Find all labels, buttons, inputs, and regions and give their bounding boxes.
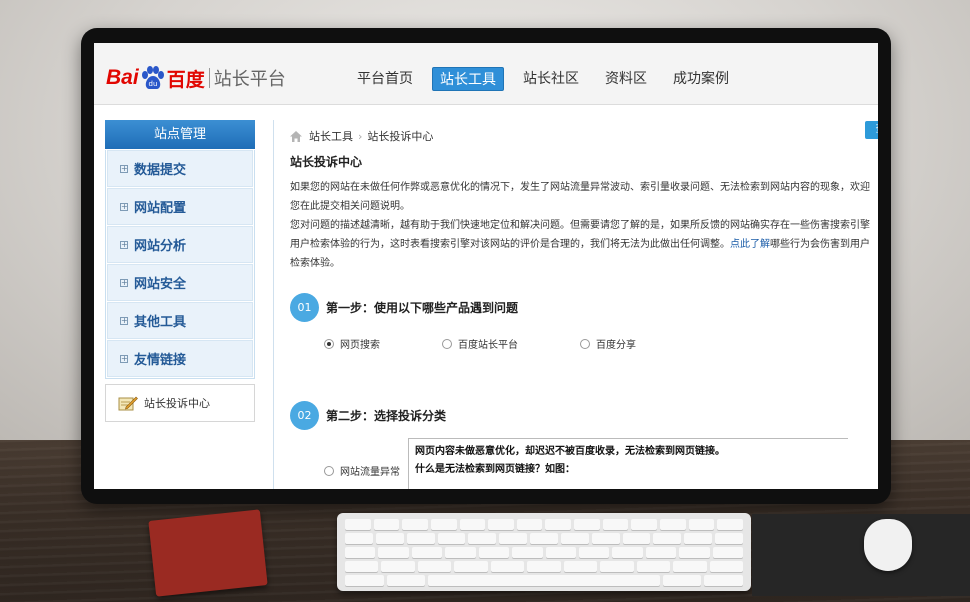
sidebar-item-label: 网站分析 [134,239,187,254]
nav-item-cases[interactable]: 成功案例 [666,67,736,91]
home-icon[interactable] [290,130,302,142]
expand-icon: + [120,315,128,325]
radio-label: 百度站长平台 [458,340,518,351]
category-description-box: 网页内容未做恶意优化，却迟迟不被百度收录，无法检索到网页链接。 什么是无法检索到… [408,438,848,489]
sidebar-extra-label: 站长投诉中心 [144,397,210,410]
radio-button[interactable] [442,338,452,349]
breadcrumb-root[interactable]: 站长工具 [309,128,353,144]
radio-baidu-share[interactable]: 百度分享 [580,336,636,351]
nav-item-home[interactable]: 平台首页 [350,67,420,91]
breadcrumb-current: 站长投诉中心 [367,130,434,143]
nav-item-tools[interactable]: 站长工具 [432,67,504,91]
pencil-note-icon [118,396,138,411]
logo-text-cn: 百度 [166,68,205,91]
radio-button[interactable] [580,338,590,349]
intro-paragraph-2: 您对问题的描述越清晰，越有助于我们快速地定位和解决问题。但需要请您了解的是，如果… [290,216,872,273]
baidu-logo[interactable]: Bai du 百度 站长平台 [106,65,286,91]
expand-icon: + [120,239,128,249]
radio-label: 网页搜索 [340,340,380,351]
step-1-header: 01 第一步：使用以下哪些产品遇到问题 [290,293,878,322]
category-row: 网站流量异常 网页内容未做恶意优化，却迟迟不被百度收录，无法检索到网页链接。 什… [290,438,878,489]
sidebar-list: + 数据提交 + 网站配置 + 网站分析 + 网站安全 + 其他工具 + 友情链… [105,150,255,379]
sidebar-item-label: 其他工具 [134,315,187,330]
sidebar-item-site-security[interactable]: + 网站安全 [107,264,253,301]
radio-label: 网站流量异常 [340,467,400,478]
sidebar-item-label: 网站配置 [134,201,187,216]
description-line: 网页内容未做恶意优化，却迟迟不被百度收录，无法检索到网页链接。 [415,446,725,457]
description-line: 什么是无法检索到网页链接？如图： [415,464,575,475]
top-nav: 平台首页 站长工具 站长社区 资料区 成功案例 [350,66,748,92]
radio-button[interactable] [324,338,334,349]
sidebar-item-label: 数据提交 [134,163,187,178]
radio-traffic-anomaly[interactable]: 网站流量异常 [290,443,408,489]
step-number-badge: 02 [290,401,319,430]
sidebar-item-site-config[interactable]: + 网站配置 [107,188,253,225]
view-my-complaints-button[interactable]: 查看我的投诉 [865,121,878,139]
radio-web-search[interactable]: 网页搜索 [324,336,380,351]
paw-icon: du [141,66,164,89]
step-title: 第二步：选择投诉分类 [326,409,447,423]
sidebar: 站点管理 + 数据提交 + 网站配置 + 网站分析 + 网站安全 + 其他工具 [105,120,255,422]
page-title: 站长投诉中心 [290,155,363,169]
nav-item-community[interactable]: 站长社区 [516,67,586,91]
mouse-pad [752,514,970,596]
intro-paragraph-1: 如果您的网站在未做任何作弊或恶意优化的情况下，发生了网站流量异常波动、索引量收录… [290,182,870,212]
expand-icon: + [120,201,128,211]
sidebar-title: 站点管理 [105,120,255,149]
step-number-badge: 01 [290,293,319,322]
sidebar-item-friend-links[interactable]: + 友情链接 [107,340,253,377]
breadcrumb-separator-icon: › [358,129,363,143]
sidebar-item-other-tools[interactable]: + 其他工具 [107,302,253,339]
logo-paw-text: du [148,80,157,88]
expand-icon: + [120,277,128,287]
breadcrumb: 站长工具 › 站长投诉中心 [290,128,878,144]
radio-webmaster-platform[interactable]: 百度站长平台 [442,336,518,351]
expand-icon: + [120,163,128,173]
logo-text-latin: Bai [106,66,139,89]
sidebar-item-site-analysis[interactable]: + 网站分析 [107,226,253,263]
content-divider [273,120,274,489]
screen: Bai du 百度 站长平台 平台首页 站长工具 站长社区 资料区 成功案例 站… [94,43,878,489]
keyboard [337,513,751,591]
radio-label: 百度分享 [596,340,636,351]
step-title: 第一步：使用以下哪些产品遇到问题 [326,301,519,315]
sidebar-item-label: 网站安全 [134,277,187,292]
sidebar-item-data-submit[interactable]: + 数据提交 [107,150,253,187]
product-radio-group: 网页搜索 百度站长平台 百度分享 [290,336,878,351]
main-content: 站长工具 › 站长投诉中心 查看我的投诉 站长投诉中心 如果您的网站在未做任何作… [290,121,878,489]
expand-icon: + [120,353,128,363]
red-notebook [148,509,268,597]
logo-product-name: 站长平台 [213,69,286,90]
radio-button[interactable] [324,465,334,476]
logo-separator [208,68,210,88]
mouse [864,519,912,571]
nav-item-resources[interactable]: 资料区 [598,67,654,91]
step-2-header: 02 第二步：选择投诉分类 [290,401,878,430]
sidebar-item-complaint-center[interactable]: 站长投诉中心 [105,384,255,422]
sidebar-item-label: 友情链接 [134,353,187,368]
site-header: Bai du 百度 站长平台 平台首页 站长工具 站长社区 资料区 成功案例 [94,43,878,105]
learn-more-link[interactable]: 点此了解 [730,239,770,250]
